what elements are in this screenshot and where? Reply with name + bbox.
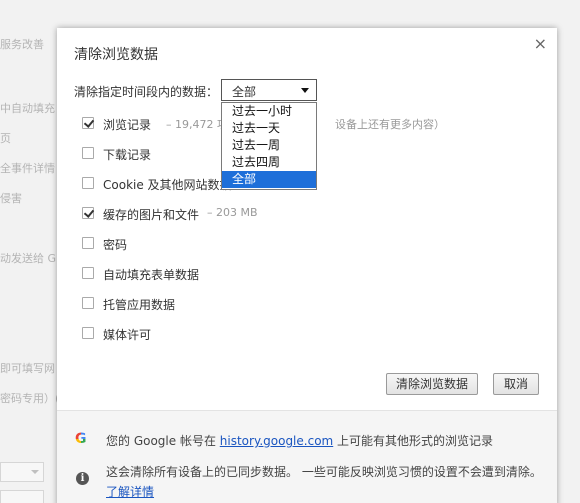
learn-more-link[interactable]: 了解详情 <box>106 485 154 499</box>
info-icon: i <box>76 472 89 485</box>
bg-fragment: 密码专用）( <box>0 392 60 405</box>
checkbox[interactable] <box>82 177 94 189</box>
option-label: Cookie 及其他网站数据 <box>103 178 232 192</box>
sync-note: 这会清除所有设备上的已同步数据。 一些可能反映浏览习惯的设置不会遭到清除。 了解… <box>106 462 546 502</box>
bg-select <box>0 462 44 482</box>
clear-data-button[interactable]: 清除浏览数据 <box>386 373 478 395</box>
sync-text: 这会清除所有设备上的已同步数据。 一些可能反映浏览习惯的设置不会遭到清除。 <box>106 465 542 479</box>
checkbox[interactable] <box>82 267 94 279</box>
option-detail: – 19,472 项 <box>166 118 228 131</box>
close-icon[interactable]: × <box>534 36 547 52</box>
checkbox-checked[interactable] <box>82 117 94 129</box>
option-label: 缓存的图片和文件 <box>103 208 200 222</box>
option-label: 媒体许可 <box>103 328 152 342</box>
cancel-button[interactable]: 取消 <box>493 373 539 395</box>
bg-fragment: 侵害 <box>0 192 22 205</box>
bg-input <box>0 490 44 503</box>
bg-fragment: 服务改善 <box>0 38 44 51</box>
dialog-footer: G 您的 Google 帐号在 history.google.com 上可能有其… <box>57 410 557 503</box>
dropdown-option[interactable]: 过去一周 <box>222 137 316 154</box>
dialog-title: 清除浏览数据 <box>74 47 158 63</box>
time-range-label: 清除指定时间段内的数据： <box>74 85 219 99</box>
checkbox[interactable] <box>82 147 94 159</box>
bg-fragment: 页 <box>0 132 11 145</box>
note-text: 您的 Google 帐号在 <box>106 434 220 448</box>
checkbox[interactable] <box>82 327 94 339</box>
time-range-dropdown: 过去一小时 过去一天 过去一周 过去四周 全部 <box>221 102 317 190</box>
checkbox[interactable] <box>82 237 94 249</box>
option-detail-tail: 设备上还有更多内容） <box>335 118 445 131</box>
history-link[interactable]: history.google.com <box>220 434 333 448</box>
clear-browsing-data-dialog: 清除浏览数据 × 清除指定时间段内的数据： 全部 浏览记录 – 19,472 项… <box>57 28 557 503</box>
note-text: 上可能有其他形式的浏览记录 <box>333 434 494 448</box>
bg-fragment: 全事件详情 <box>0 162 55 175</box>
option-label: 密码 <box>103 238 128 252</box>
chevron-down-icon <box>301 88 309 93</box>
checkbox-checked[interactable] <box>82 207 94 219</box>
option-label: 下载记录 <box>103 148 152 162</box>
dropdown-option[interactable]: 过去一小时 <box>222 103 316 120</box>
dropdown-option[interactable]: 过去一天 <box>222 120 316 137</box>
time-range-value: 全部 <box>232 85 257 99</box>
dropdown-option[interactable]: 过去四周 <box>222 154 316 171</box>
account-history-note: 您的 Google 帐号在 history.google.com 上可能有其他形… <box>106 432 493 449</box>
option-detail: – 203 MB <box>207 206 258 219</box>
option-label: 托管应用数据 <box>103 298 176 312</box>
bg-fragment: 动发送给 G <box>0 252 57 265</box>
bg-fragment: 中自动填充 <box>0 102 55 115</box>
checkbox[interactable] <box>82 297 94 309</box>
dropdown-option-selected[interactable]: 全部 <box>222 171 316 188</box>
option-label: 浏览记录 <box>103 118 152 132</box>
time-range-select[interactable]: 全部 <box>221 79 317 101</box>
google-icon: G <box>75 431 87 447</box>
bg-fragment: 即可填写网 <box>0 362 55 375</box>
option-label: 自动填充表单数据 <box>103 268 200 282</box>
